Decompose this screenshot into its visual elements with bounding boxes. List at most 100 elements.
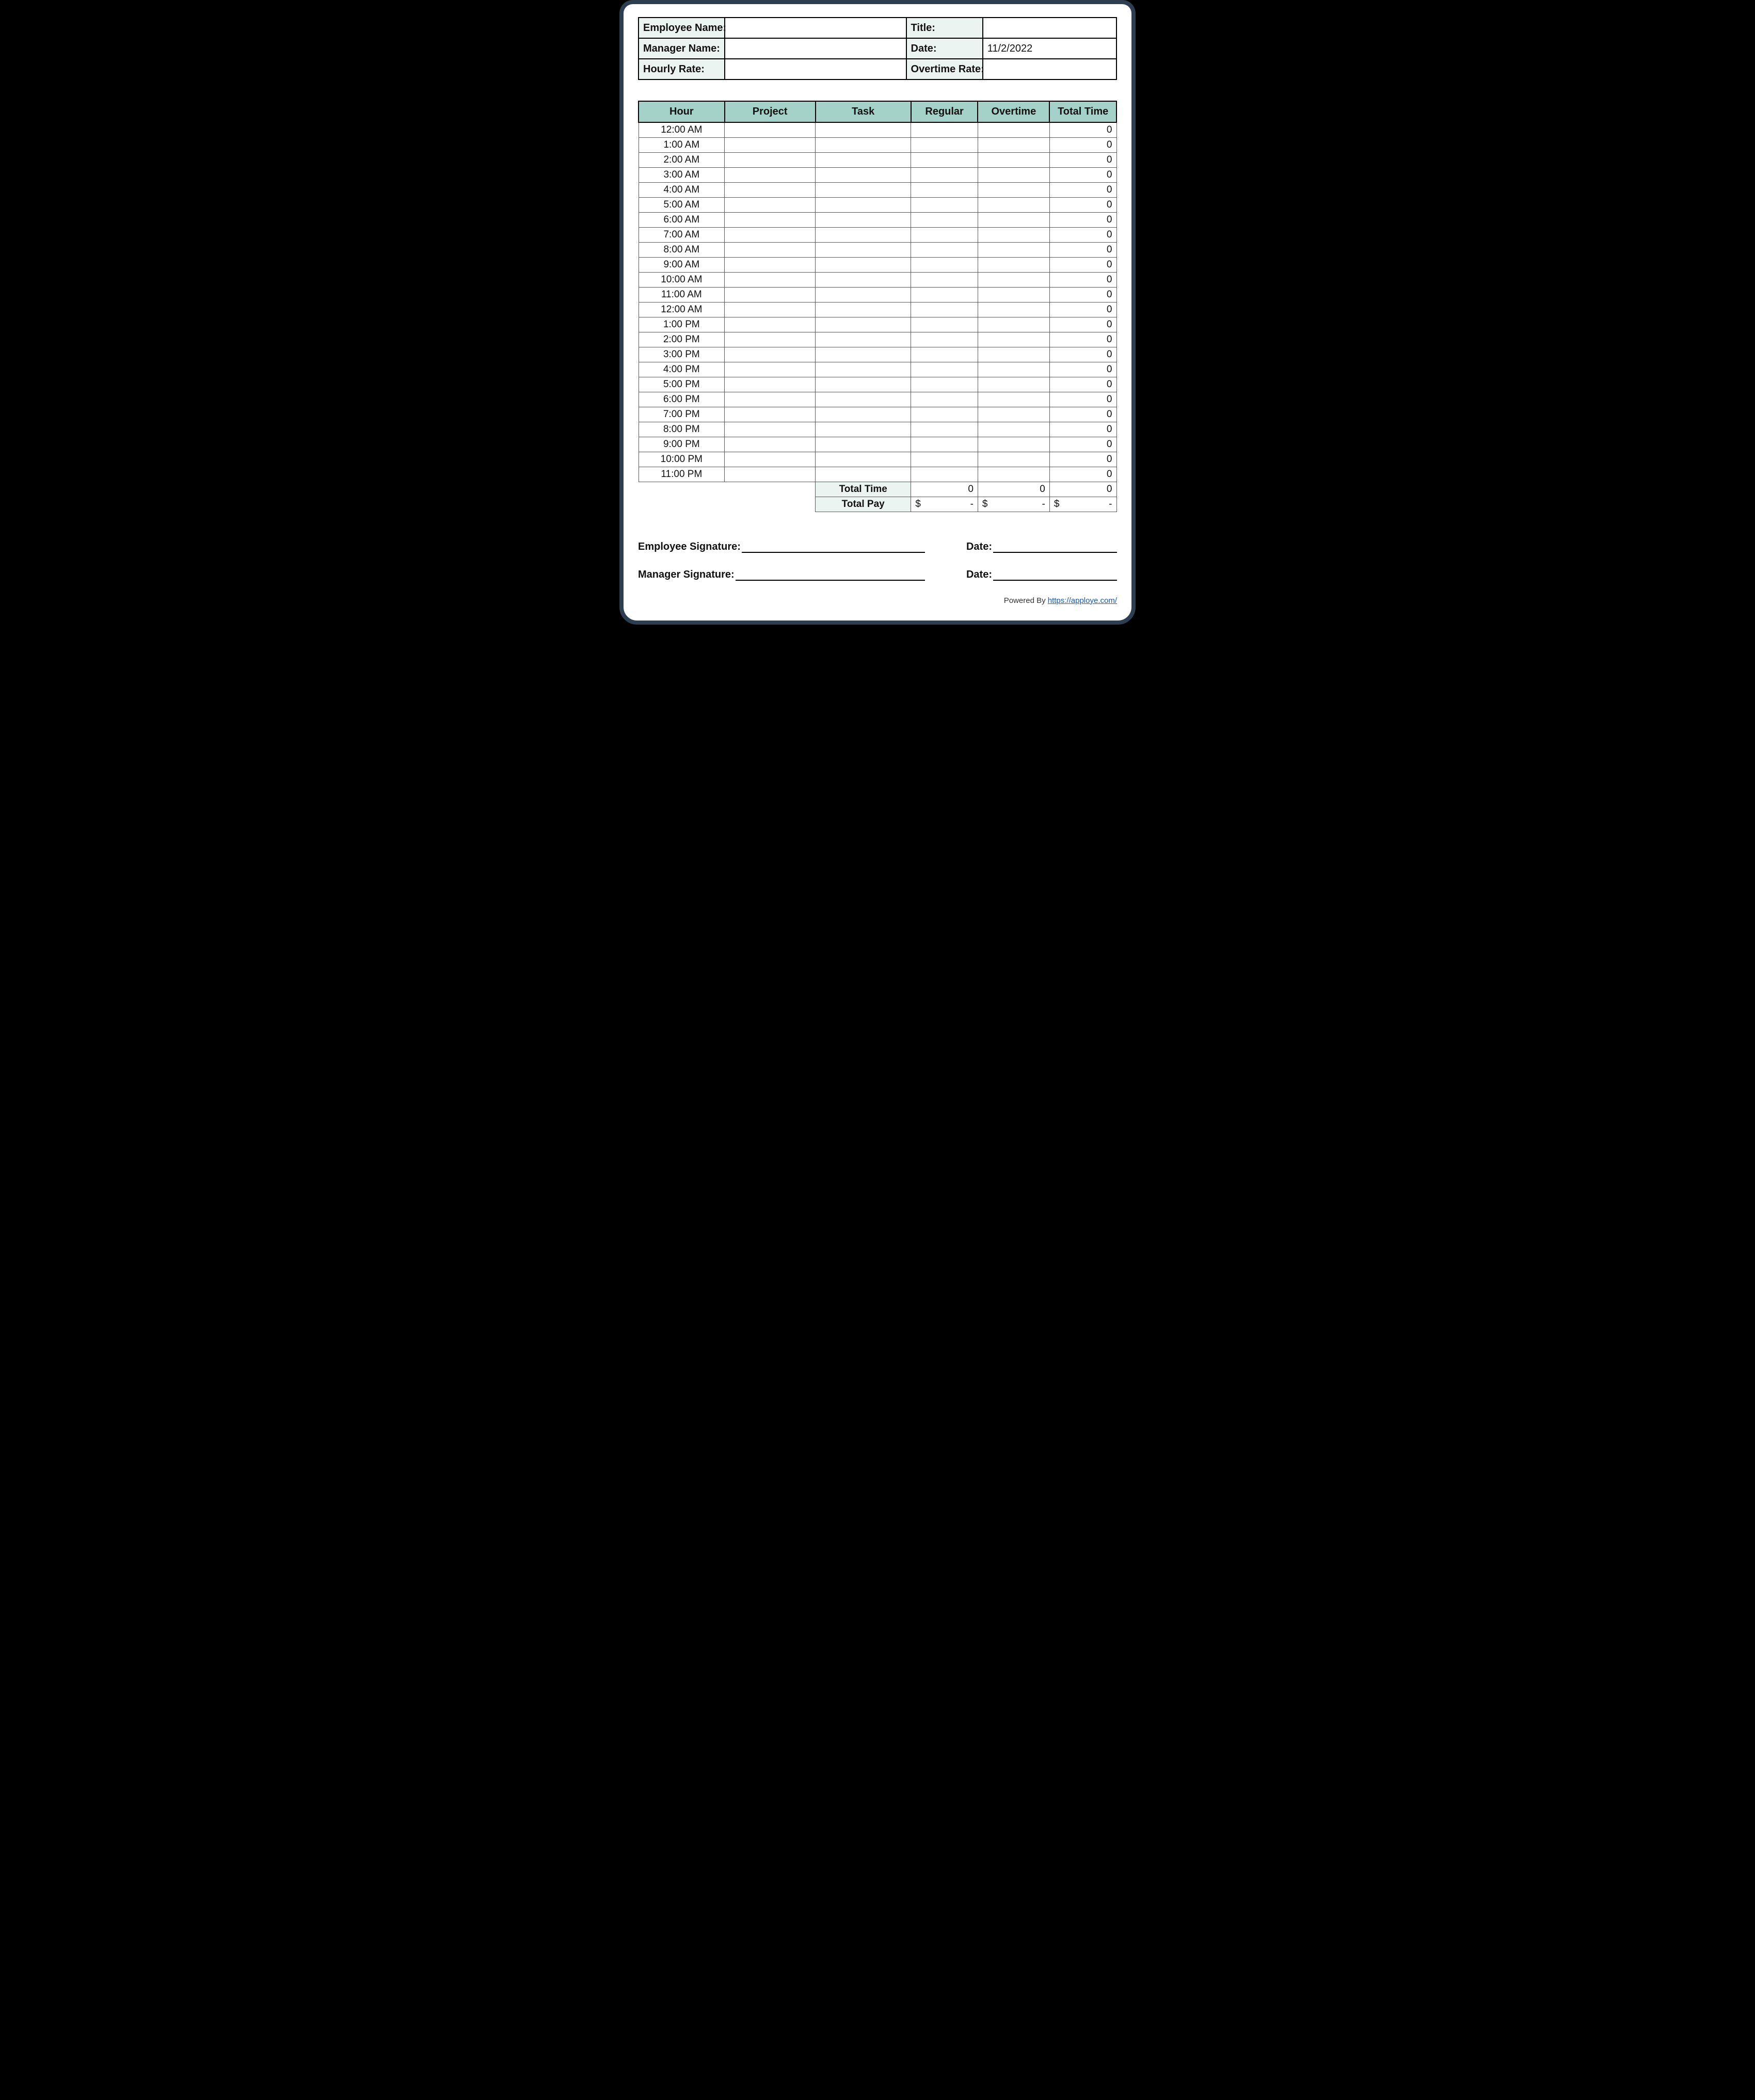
cell-project[interactable]: [725, 422, 816, 437]
cell-overtime[interactable]: [978, 152, 1049, 167]
cell-task[interactable]: [816, 122, 911, 137]
cell-task[interactable]: [816, 212, 911, 227]
cell-regular[interactable]: [911, 317, 978, 332]
cell-task[interactable]: [816, 242, 911, 257]
cell-task[interactable]: [816, 407, 911, 422]
mgr-name-value[interactable]: [725, 38, 906, 59]
cell-task[interactable]: [816, 227, 911, 242]
cell-regular[interactable]: [911, 212, 978, 227]
cell-project[interactable]: [725, 332, 816, 347]
cell-regular[interactable]: [911, 467, 978, 482]
cell-project[interactable]: [725, 257, 816, 272]
cell-regular[interactable]: [911, 332, 978, 347]
cell-task[interactable]: [816, 422, 911, 437]
cell-regular[interactable]: [911, 377, 978, 392]
cell-project[interactable]: [725, 452, 816, 467]
cell-regular[interactable]: [911, 257, 978, 272]
cell-task[interactable]: [816, 197, 911, 212]
cell-overtime[interactable]: [978, 407, 1049, 422]
cell-project[interactable]: [725, 137, 816, 152]
cell-overtime[interactable]: [978, 377, 1049, 392]
cell-task[interactable]: [816, 392, 911, 407]
emp-sign-line[interactable]: [742, 540, 925, 553]
emp-sign-date-line[interactable]: [993, 540, 1117, 553]
cell-task[interactable]: [816, 137, 911, 152]
cell-project[interactable]: [725, 167, 816, 182]
date-value[interactable]: 11/2/2022: [983, 38, 1116, 59]
footer-link[interactable]: https://apploye.com/: [1048, 596, 1117, 605]
cell-overtime[interactable]: [978, 362, 1049, 377]
cell-task[interactable]: [816, 377, 911, 392]
cell-overtime[interactable]: [978, 302, 1049, 317]
cell-project[interactable]: [725, 182, 816, 197]
cell-regular[interactable]: [911, 272, 978, 287]
cell-overtime[interactable]: [978, 137, 1049, 152]
cell-regular[interactable]: [911, 182, 978, 197]
cell-overtime[interactable]: [978, 347, 1049, 362]
hrate-value[interactable]: [725, 59, 906, 79]
cell-overtime[interactable]: [978, 437, 1049, 452]
cell-project[interactable]: [725, 242, 816, 257]
cell-task[interactable]: [816, 257, 911, 272]
cell-regular[interactable]: [911, 407, 978, 422]
cell-project[interactable]: [725, 437, 816, 452]
cell-regular[interactable]: [911, 287, 978, 302]
cell-overtime[interactable]: [978, 257, 1049, 272]
cell-regular[interactable]: [911, 227, 978, 242]
cell-task[interactable]: [816, 272, 911, 287]
cell-overtime[interactable]: [978, 122, 1049, 137]
cell-project[interactable]: [725, 302, 816, 317]
cell-regular[interactable]: [911, 452, 978, 467]
cell-overtime[interactable]: [978, 182, 1049, 197]
cell-overtime[interactable]: [978, 317, 1049, 332]
cell-regular[interactable]: [911, 302, 978, 317]
cell-task[interactable]: [816, 167, 911, 182]
cell-task[interactable]: [816, 452, 911, 467]
cell-project[interactable]: [725, 272, 816, 287]
cell-overtime[interactable]: [978, 212, 1049, 227]
cell-overtime[interactable]: [978, 467, 1049, 482]
cell-project[interactable]: [725, 392, 816, 407]
cell-project[interactable]: [725, 287, 816, 302]
cell-regular[interactable]: [911, 422, 978, 437]
cell-task[interactable]: [816, 467, 911, 482]
title-value[interactable]: [983, 18, 1116, 38]
cell-overtime[interactable]: [978, 452, 1049, 467]
cell-project[interactable]: [725, 347, 816, 362]
cell-overtime[interactable]: [978, 392, 1049, 407]
cell-overtime[interactable]: [978, 227, 1049, 242]
cell-project[interactable]: [725, 377, 816, 392]
cell-task[interactable]: [816, 302, 911, 317]
cell-overtime[interactable]: [978, 197, 1049, 212]
cell-regular[interactable]: [911, 197, 978, 212]
cell-task[interactable]: [816, 182, 911, 197]
cell-regular[interactable]: [911, 437, 978, 452]
cell-overtime[interactable]: [978, 422, 1049, 437]
cell-task[interactable]: [816, 437, 911, 452]
cell-project[interactable]: [725, 152, 816, 167]
cell-regular[interactable]: [911, 167, 978, 182]
cell-task[interactable]: [816, 152, 911, 167]
cell-overtime[interactable]: [978, 287, 1049, 302]
cell-project[interactable]: [725, 467, 816, 482]
cell-project[interactable]: [725, 227, 816, 242]
cell-regular[interactable]: [911, 362, 978, 377]
cell-project[interactable]: [725, 407, 816, 422]
cell-regular[interactable]: [911, 347, 978, 362]
cell-task[interactable]: [816, 347, 911, 362]
cell-regular[interactable]: [911, 242, 978, 257]
cell-regular[interactable]: [911, 122, 978, 137]
cell-overtime[interactable]: [978, 242, 1049, 257]
cell-task[interactable]: [816, 317, 911, 332]
mgr-sign-date-line[interactable]: [993, 568, 1117, 581]
mgr-sign-line[interactable]: [736, 568, 925, 581]
cell-overtime[interactable]: [978, 167, 1049, 182]
cell-task[interactable]: [816, 287, 911, 302]
cell-regular[interactable]: [911, 152, 978, 167]
cell-overtime[interactable]: [978, 272, 1049, 287]
cell-project[interactable]: [725, 362, 816, 377]
emp-name-value[interactable]: [725, 18, 906, 38]
cell-regular[interactable]: [911, 137, 978, 152]
cell-overtime[interactable]: [978, 332, 1049, 347]
orate-value[interactable]: [983, 59, 1116, 79]
